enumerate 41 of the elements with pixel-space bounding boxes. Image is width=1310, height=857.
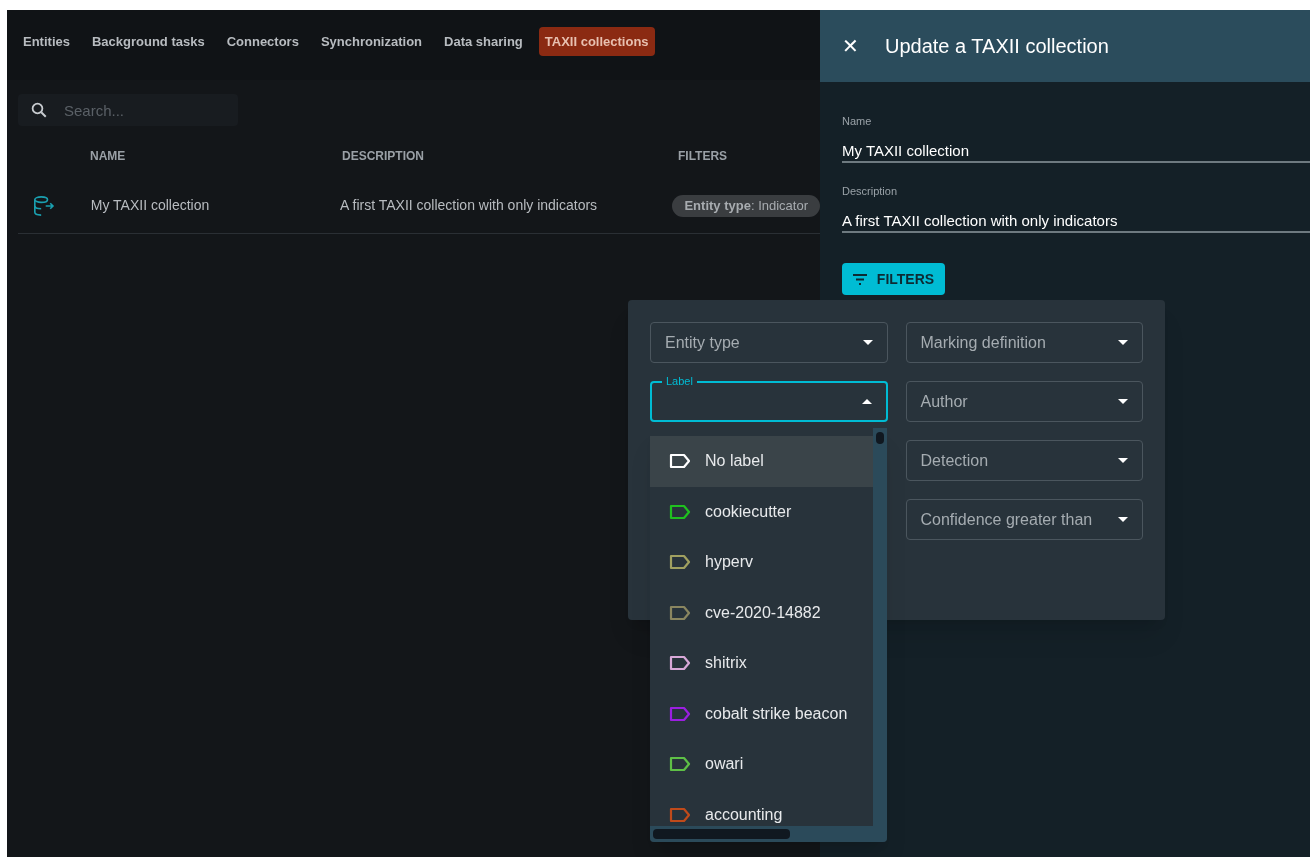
filter-select[interactable]: Detection — [905, 440, 1143, 481]
caret-up-icon — [861, 399, 872, 404]
dropdown-option[interactable]: cookiecutter — [650, 486, 873, 537]
text-field[interactable]: Name My TAXII collection — [842, 113, 1310, 163]
filters-button[interactable]: FILTERS — [842, 263, 945, 295]
column-header: NAME — [90, 148, 127, 165]
search-icon — [30, 101, 48, 119]
caret-down-icon — [862, 340, 873, 345]
caret-down-icon — [1118, 340, 1128, 345]
column-header: FILTERS — [678, 148, 728, 165]
table-cell-text: My TAXII collection — [90, 196, 211, 215]
dropdown-option[interactable]: shitrix — [650, 638, 873, 689]
column-header: DESCRIPTION — [342, 148, 425, 165]
select-label: Label — [662, 374, 697, 388]
nav-tab[interactable]: TAXII collections — [538, 27, 655, 56]
dropdown-option[interactable]: No label — [650, 436, 873, 487]
dropdown-option[interactable]: cve-2020-14882 — [650, 587, 873, 638]
dropdown-option[interactable]: hyperv — [650, 537, 873, 588]
text-field[interactable]: Description A first TAXII collection with only indicators — [842, 183, 1310, 233]
table-cell-text: A first TAXII collection with only indicators — [340, 196, 599, 215]
search-field[interactable]: Search... — [18, 94, 238, 126]
dropdown-option[interactable]: accounting — [650, 789, 873, 840]
nav-tab[interactable]: Entities — [17, 27, 76, 56]
nav-tab[interactable]: Data sharing — [438, 27, 529, 56]
nav-tab[interactable]: Connectors — [220, 27, 305, 56]
dropdown-option[interactable]: owari — [650, 739, 873, 790]
database-export-icon — [33, 194, 55, 217]
close-button[interactable]: ✕ — [842, 31, 859, 61]
filter-chip: Entity type: Indicator — [672, 194, 820, 217]
dropdown-option[interactable]: cobalt strike beacon — [650, 688, 873, 739]
caret-down-icon — [1118, 399, 1128, 404]
filter-select[interactable]: Marking definition — [905, 322, 1143, 363]
nav-tab[interactable]: Background tasks — [85, 27, 211, 56]
filter-select[interactable]: Entity type — [650, 322, 888, 363]
drawer-title: Update a TAXII collection — [885, 34, 1109, 59]
nav-tab[interactable]: Synchronization — [314, 27, 429, 56]
filter-select[interactable]: Confidence greater than — [905, 499, 1143, 540]
filter-select[interactable]: Author — [905, 381, 1143, 422]
caret-down-icon — [1118, 458, 1128, 463]
caret-down-icon — [1118, 517, 1128, 522]
filter-icon — [852, 273, 867, 285]
